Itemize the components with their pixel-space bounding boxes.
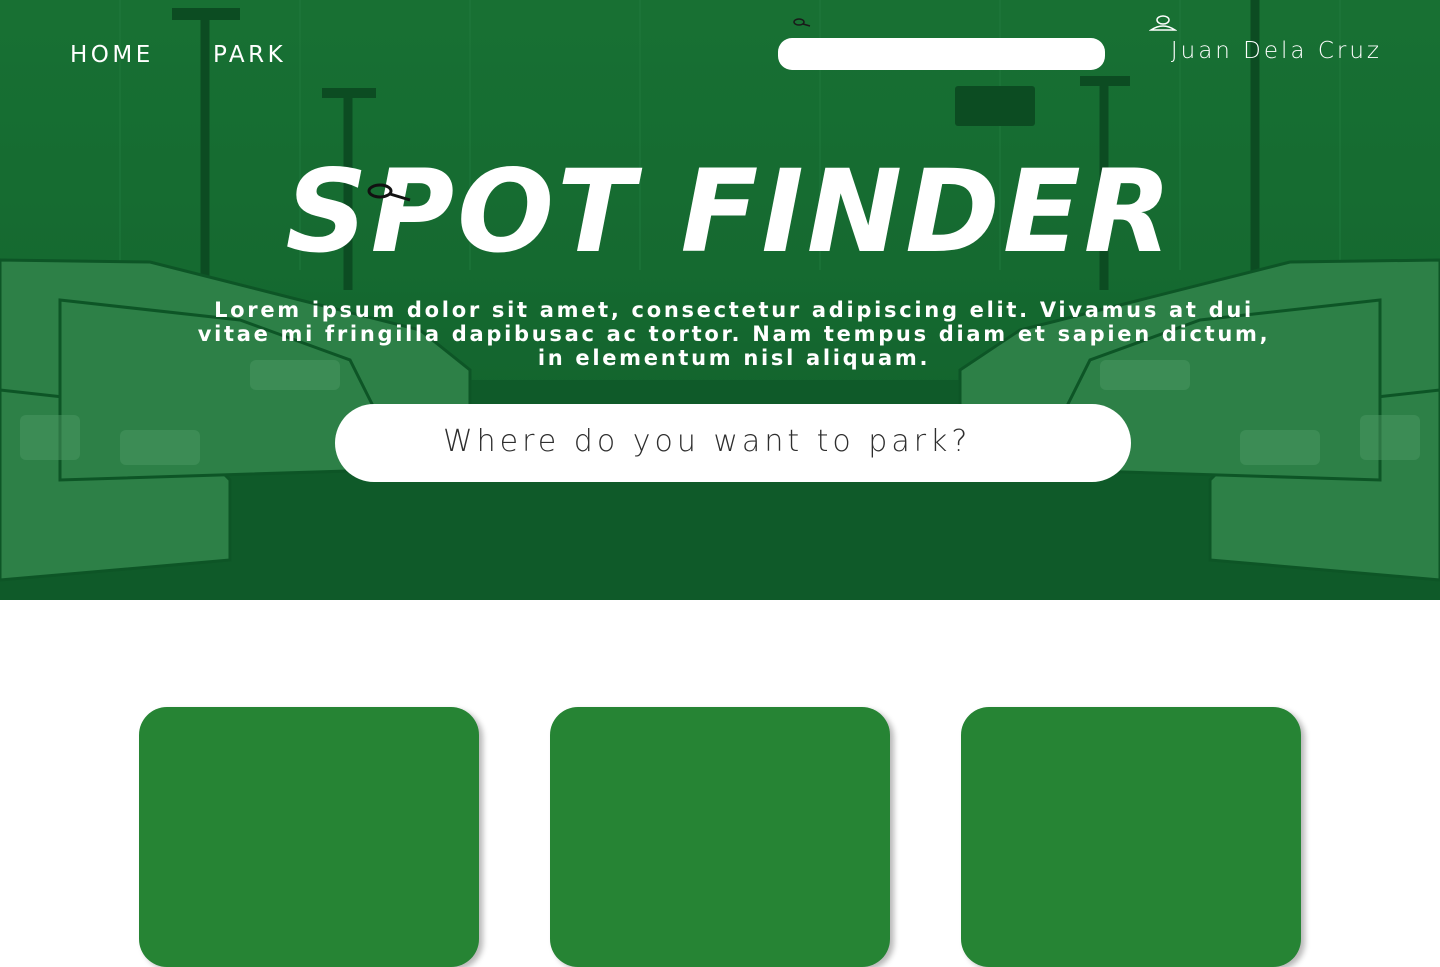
page-title: SPOT FINDER bbox=[285, 145, 1175, 278]
hero-subtitle: Lorem ipsum dolor sit amet, consectetur … bbox=[197, 298, 1271, 370]
search-icon bbox=[367, 183, 411, 202]
hero-section: HOME PARK Juan Dela Cruz SPOT FINDER Lor… bbox=[0, 0, 1440, 600]
park-search-input[interactable]: Where do you want to park? bbox=[335, 404, 1131, 482]
search-icon[interactable] bbox=[792, 17, 812, 29]
header-search-input[interactable] bbox=[778, 38, 1105, 70]
nav-park-link[interactable]: PARK bbox=[213, 42, 286, 68]
feature-card-2[interactable] bbox=[550, 707, 890, 967]
user-icon[interactable] bbox=[1149, 14, 1177, 32]
feature-card-3[interactable] bbox=[961, 707, 1301, 967]
nav-home-link[interactable]: HOME bbox=[70, 42, 154, 68]
user-name[interactable]: Juan Dela Cruz bbox=[1171, 38, 1382, 64]
park-search-placeholder: Where do you want to park? bbox=[443, 424, 972, 459]
feature-card-1[interactable] bbox=[139, 707, 479, 967]
